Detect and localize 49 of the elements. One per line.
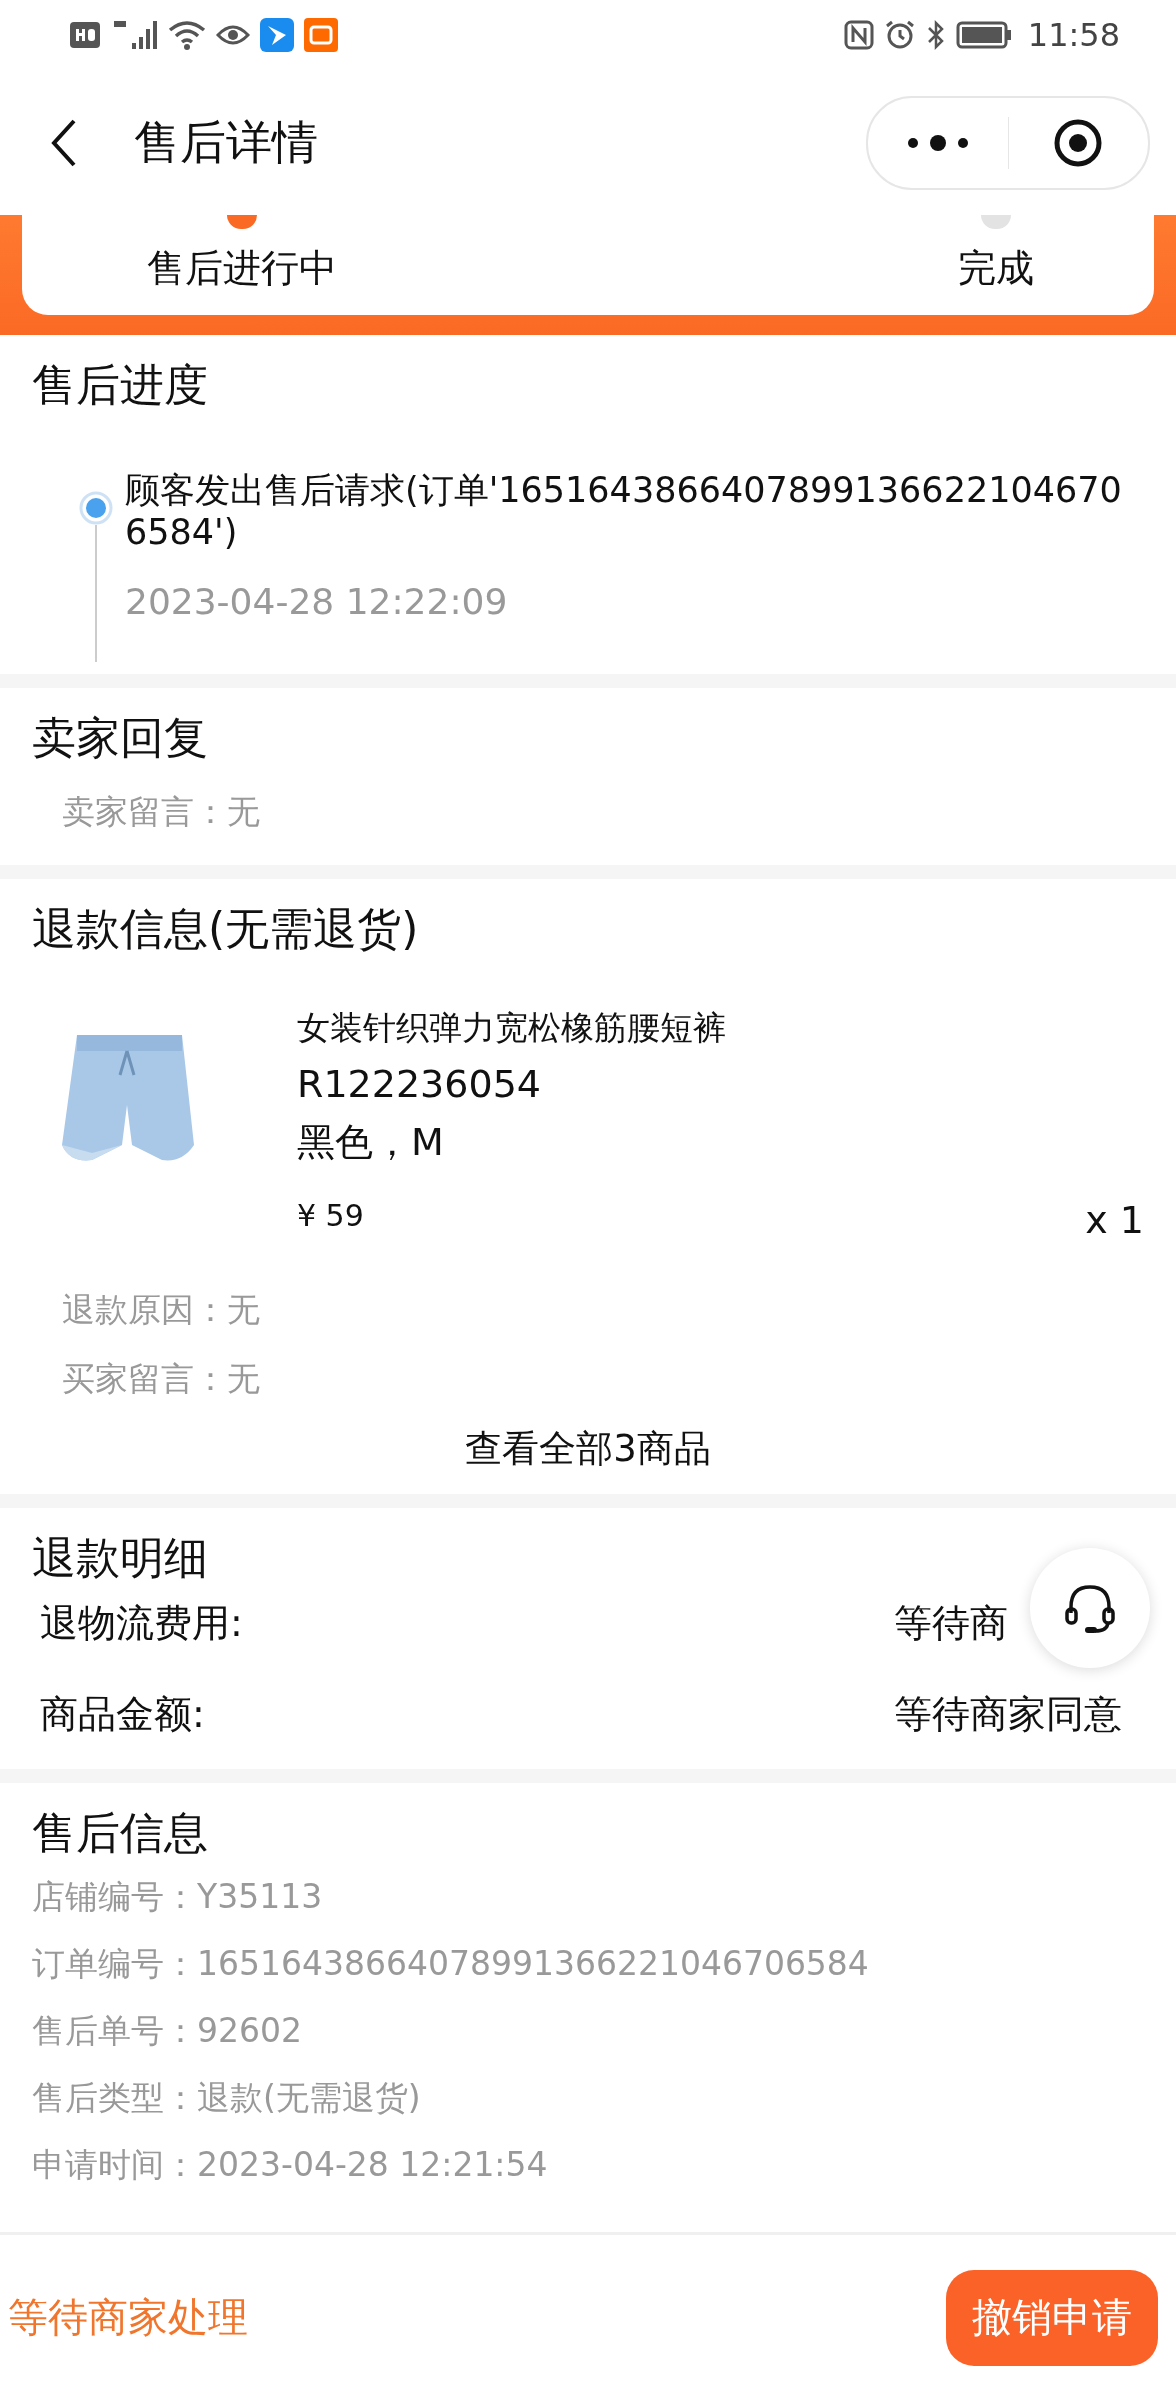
detail-value: 等待商 bbox=[894, 1600, 1008, 1647]
wifi-icon bbox=[168, 20, 206, 50]
section-title: 售后信息 bbox=[32, 1806, 209, 1860]
product-quantity: x 1 bbox=[1085, 1198, 1144, 1242]
product-spec: 黑色，M bbox=[297, 1119, 445, 1166]
timeline-dot-icon bbox=[79, 491, 113, 525]
alarm-icon bbox=[883, 19, 916, 51]
field-label: 卖家留言： bbox=[62, 792, 227, 831]
event-time: 2023-04-28 12:22:09 bbox=[125, 581, 509, 624]
page-title: 售后详情 bbox=[134, 113, 319, 171]
section-title: 退款明细 bbox=[32, 1531, 209, 1585]
field-value: 2023-04-28 12:21:54 bbox=[197, 2145, 548, 2184]
back-icon bbox=[50, 118, 78, 167]
section-title: 卖家回复 bbox=[32, 711, 209, 765]
event-text: 顾客发出售后请求(订单'16516438664078991366221046706584') bbox=[125, 469, 1123, 553]
eye-icon bbox=[216, 23, 250, 47]
field-label: 买家留言： bbox=[62, 1359, 227, 1398]
field-label: 售后类型： bbox=[32, 2078, 197, 2117]
product-name: 女装针织弹力宽松橡筋腰短裤 bbox=[297, 1007, 727, 1049]
field-value: 无 bbox=[227, 792, 260, 831]
field-label: 店铺编号： bbox=[32, 1877, 197, 1916]
section-title: 售后进度 bbox=[32, 358, 209, 412]
field-label: 售后单号： bbox=[32, 2011, 197, 2050]
section-title: 退款信息(无需退货) bbox=[32, 902, 420, 956]
nfc-icon bbox=[843, 20, 874, 50]
step-label: 售后进行中 bbox=[147, 245, 337, 292]
field-label: 申请时间： bbox=[32, 2145, 197, 2184]
status-time: 11:58 bbox=[1027, 16, 1120, 54]
target-icon bbox=[1053, 117, 1104, 168]
product-code: R122236054 bbox=[297, 1061, 542, 1108]
field-value: Y35113 bbox=[197, 1877, 323, 1916]
view-all-link[interactable]: 查看全部3商品 bbox=[465, 1419, 711, 1479]
detail-label: 商品金额: bbox=[40, 1691, 206, 1738]
field-label: 退款原因： bbox=[62, 1290, 227, 1329]
step-label: 完成 bbox=[958, 245, 1034, 292]
battery-icon bbox=[955, 21, 1012, 49]
detail-value: 等待商家同意 bbox=[894, 1691, 1122, 1738]
field-value: 退款(无需退货) bbox=[197, 2078, 421, 2117]
more-icon bbox=[906, 133, 969, 152]
status-text: 等待商家处理 bbox=[8, 2293, 248, 2342]
product-price: ¥ 59 bbox=[297, 1198, 364, 1235]
hd-icon bbox=[70, 22, 100, 48]
field-value: 无 bbox=[227, 1290, 260, 1329]
field-label: 订单编号： bbox=[32, 1944, 197, 1983]
field-value: 92602 bbox=[197, 2011, 302, 2050]
field-value: 无 bbox=[227, 1359, 260, 1398]
detail-label: 退物流费用: bbox=[40, 1600, 244, 1647]
field-value: 16516438664078991366221046706584 bbox=[197, 1944, 869, 1983]
bluetooth-icon bbox=[925, 19, 946, 51]
